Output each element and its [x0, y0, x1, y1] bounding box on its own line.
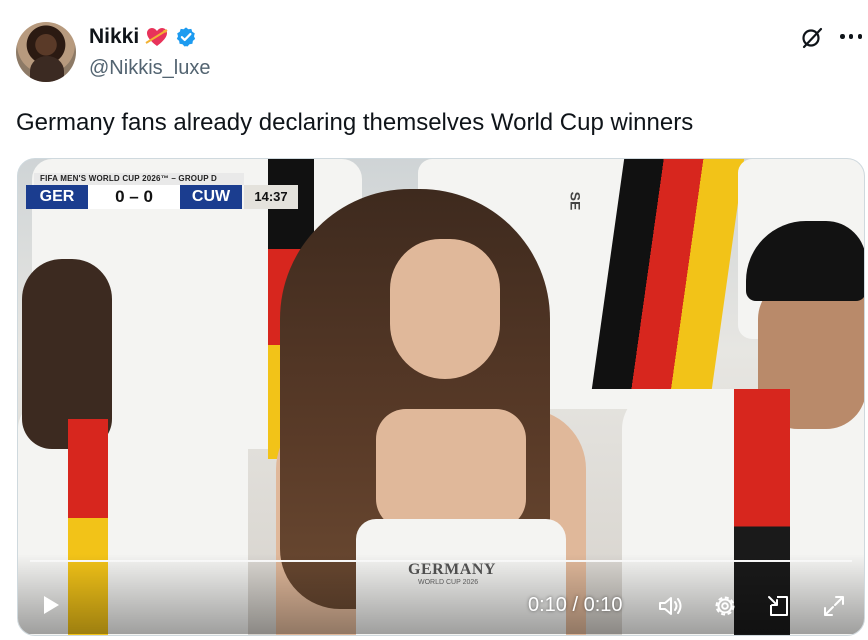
scorebug-away: CUW: [180, 185, 242, 209]
grok-icon[interactable]: [800, 26, 824, 50]
avatar[interactable]: [16, 22, 76, 82]
scorebug-tournament: FIFA MEN'S WORLD CUP 2026™ – GROUP D: [34, 173, 244, 185]
verified-badge-icon: [177, 27, 196, 47]
center-fan-face: [390, 239, 500, 379]
scorebug-clock: 14:37: [244, 185, 298, 209]
scorebug-score: 0 – 0: [88, 185, 180, 209]
author-name[interactable]: Nikki: [89, 25, 139, 49]
volume-icon[interactable]: [656, 592, 684, 620]
author-handle[interactable]: @Nikkis_luxe: [89, 57, 210, 80]
sleeve-text: SE: [567, 191, 584, 211]
more-icon[interactable]: [840, 34, 862, 40]
pip-icon[interactable]: [765, 592, 793, 620]
video-controls: 0:10 / 0:10: [18, 554, 864, 634]
center-fan-chest: [376, 409, 526, 529]
author-name-row: Nikki: [89, 24, 197, 50]
scorebug-row: GER 0 – 0 CUW 14:37: [26, 185, 298, 209]
fullscreen-icon[interactable]: [820, 592, 848, 620]
heart-with-arrow-icon: [145, 28, 168, 46]
video-time: 0:10 / 0:10: [528, 594, 623, 616]
scorebug-home: GER: [26, 185, 88, 209]
video-player[interactable]: GERMANY WORLD CUP 2026 SE FIFA MEN'S WOR…: [17, 158, 865, 636]
tweet-text: Germany fans already declaring themselve…: [16, 109, 694, 136]
play-icon[interactable]: [42, 595, 60, 615]
settings-icon[interactable]: [711, 592, 739, 620]
